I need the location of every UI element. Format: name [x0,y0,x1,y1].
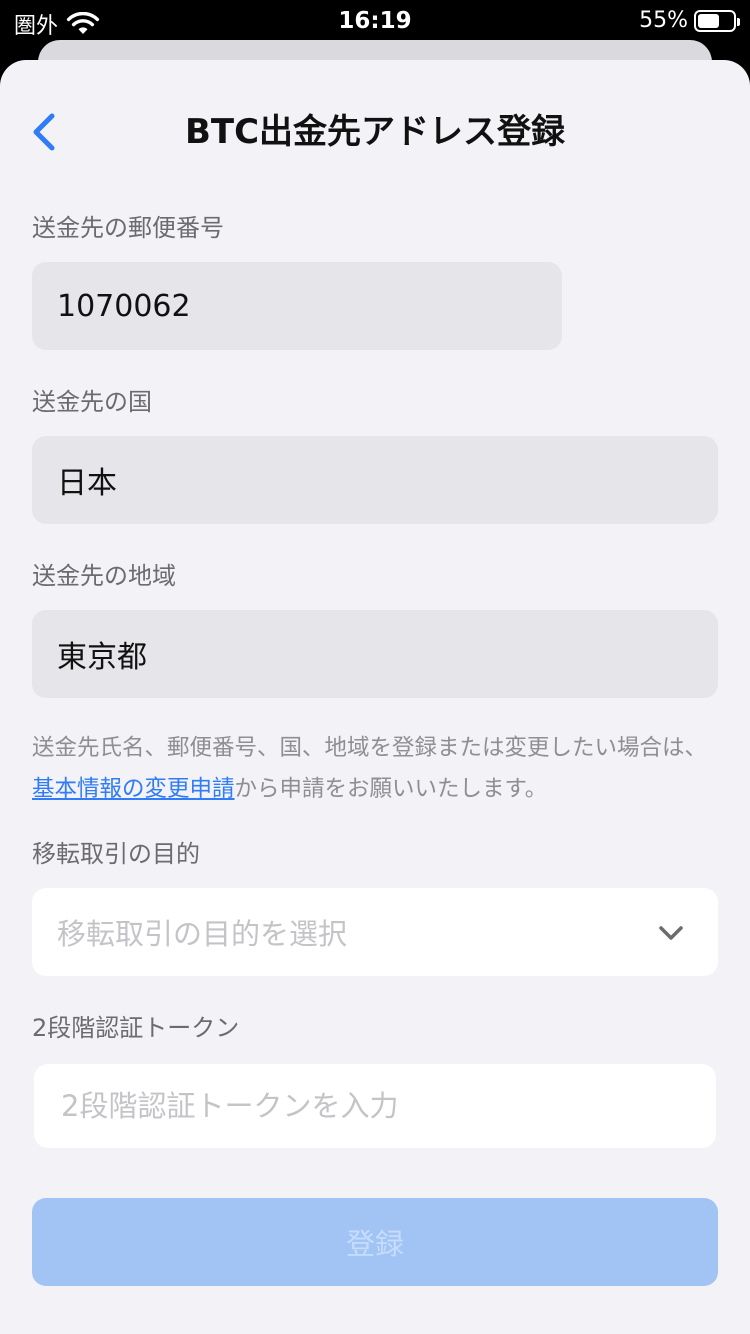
region-value: 東京都 [57,640,147,675]
battery-icon [694,9,740,32]
notice-text-after: から申請をお願いいたします。 [234,776,548,802]
battery-status: 55% [639,8,740,33]
region-field: 東京都 [32,610,718,698]
region-label: 送金先の地域 [32,562,176,590]
purpose-select[interactable]: 移転取引の目的を選択 [32,888,718,976]
postal-code-value: 1070062 [57,288,191,324]
notice-text-before: 送金先氏名、郵便番号、国、地域を登録または変更したい場合は、 [32,735,708,761]
modal-sheet: BTC出金先アドレス登録 送金先の郵便番号 1070062 送金先の国 日本 送… [0,60,750,1334]
status-bar: 圏外 16:19 55% [0,0,750,40]
purpose-label: 移転取引の目的 [32,840,200,868]
submit-button[interactable]: 登録 [32,1198,718,1286]
navigation-bar: BTC出金先アドレス登録 [0,100,750,164]
country-label: 送金先の国 [32,388,152,416]
postal-code-field: 1070062 [32,262,562,350]
token-input[interactable] [59,1088,683,1124]
purpose-placeholder: 移転取引の目的を選択 [57,917,348,951]
postal-code-label: 送金先の郵便番号 [32,214,224,242]
country-value: 日本 [57,466,117,501]
country-field: 日本 [32,436,718,524]
chevron-down-icon [659,926,683,940]
token-field[interactable] [34,1064,716,1148]
token-label: 2段階認証トークン [32,1014,240,1042]
clock: 16:19 [338,8,412,34]
edit-notice: 送金先氏名、郵便番号、国、地域を登録または変更したい場合は、基本情報の変更申請か… [32,728,722,810]
profile-change-link[interactable]: 基本情報の変更申請 [32,776,235,802]
page-title: BTC出金先アドレス登録 [184,112,566,152]
battery-percent: 55% [639,8,688,33]
